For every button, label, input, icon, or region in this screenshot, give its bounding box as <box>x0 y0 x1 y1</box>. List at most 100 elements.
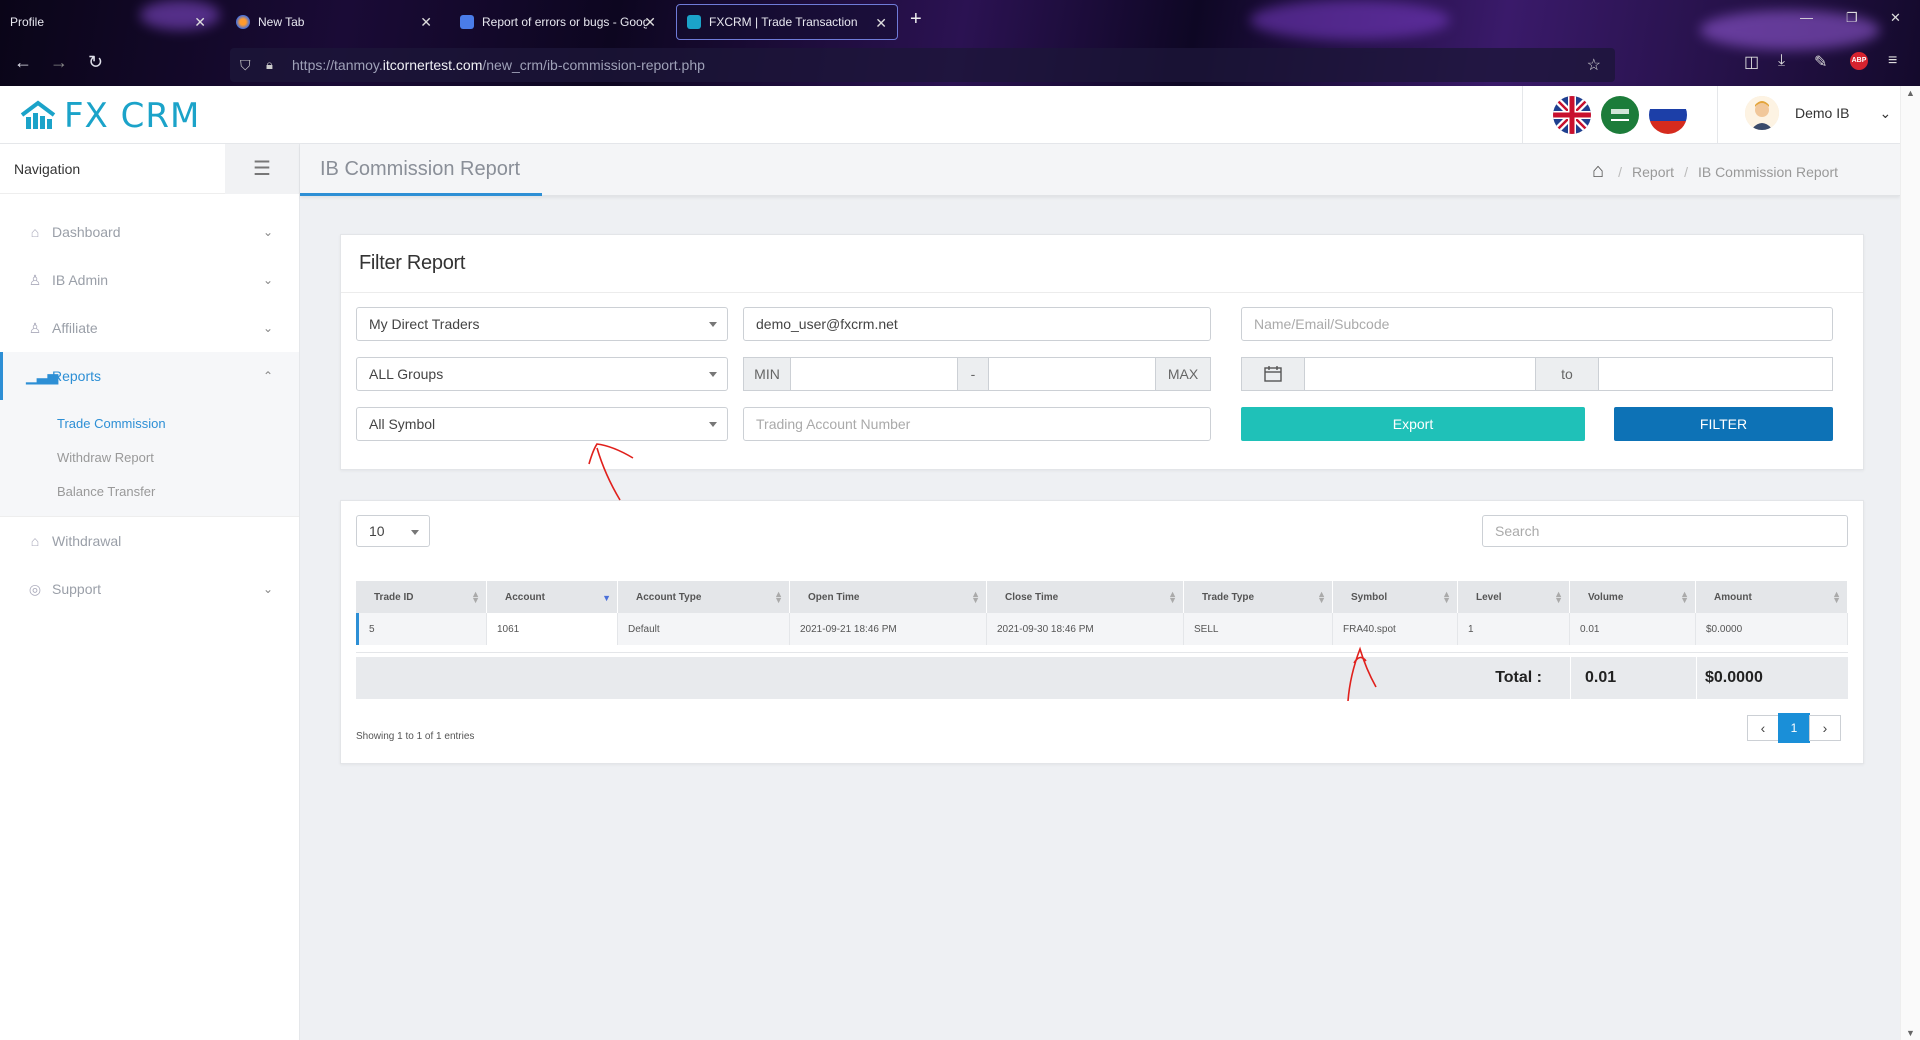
min-input[interactable] <box>790 357 958 391</box>
date-to-input[interactable] <box>1598 357 1833 391</box>
shield-icon[interactable]: ⛉ <box>240 57 251 74</box>
hamburger-menu-icon[interactable]: ☰ <box>225 143 299 194</box>
column-header-close-time[interactable]: Close Time ▲ ▼ <box>987 581 1184 613</box>
name-search-input[interactable]: Name/Email/Subcode <box>1241 307 1833 341</box>
date-from-input[interactable] <box>1304 357 1536 391</box>
table-cell: Default <box>618 613 790 645</box>
row-divider <box>356 645 1848 653</box>
title-underline <box>300 193 542 196</box>
tab-new-tab[interactable]: New Tab ✕ <box>226 4 442 40</box>
page-title: IB Commission Report <box>320 158 521 180</box>
restore-icon[interactable]: ❐ <box>1846 10 1858 26</box>
table-cell: 1 <box>1458 613 1570 645</box>
close-icon[interactable]: ✕ <box>420 14 432 31</box>
filter-button[interactable]: FILTER <box>1614 407 1833 441</box>
adblock-icon[interactable]: ABP <box>1850 52 1868 70</box>
dropdown-arrow-icon <box>709 322 717 327</box>
groups-select[interactable]: ALL Groups <box>356 357 728 391</box>
column-header-volume[interactable]: Volume ▲ ▼ <box>1570 581 1696 613</box>
chevron-down-icon[interactable]: ⌄ <box>1879 105 1891 122</box>
home-icon[interactable]: ⌂ <box>1592 160 1604 183</box>
tab-fxcrm[interactable]: FXCRM | Trade Transaction ✕ <box>676 4 898 40</box>
sidebar-subitem-withdraw-report[interactable]: Withdraw Report <box>0 440 299 474</box>
url-text[interactable]: https://tanmoy.itcornertest.com/new_crm/… <box>292 57 705 73</box>
avatar[interactable] <box>1745 96 1779 130</box>
sidebar-subitem-trade-commission[interactable]: Trade Commission <box>0 406 299 440</box>
page-size-value: 10 <box>369 523 385 539</box>
page-size-select[interactable]: 10 <box>356 515 430 547</box>
table-search-input[interactable]: Search <box>1482 515 1848 547</box>
menu-icon[interactable]: ≡ <box>1888 52 1897 70</box>
symbol-select[interactable]: All Symbol <box>356 407 728 441</box>
pagination-page-1[interactable]: 1 <box>1778 713 1810 743</box>
column-label: Open Time <box>808 591 860 603</box>
window-close-icon[interactable]: ✕ <box>1890 10 1901 26</box>
app-header: FX CRM Demo IB ⌄ <box>0 86 1900 144</box>
pocket-icon[interactable]: ◫ <box>1744 52 1759 72</box>
tab-label: New Tab <box>258 15 305 29</box>
column-header-account-type[interactable]: Account Type ▲ ▼ <box>618 581 790 613</box>
sidebar-item-dashboard[interactable]: ⌂ Dashboard ⌄ <box>0 208 299 256</box>
russia-flag-icon[interactable] <box>1649 96 1687 134</box>
chevron-left-icon: ‹ <box>1760 720 1766 736</box>
sidebar-subitem-balance-transfer[interactable]: Balance Transfer <box>0 474 299 508</box>
wrench-icon[interactable]: ✎ <box>1814 52 1827 72</box>
new-tab-plus-icon[interactable]: + <box>910 8 922 31</box>
sidebar-item-support[interactable]: ◎ Support ⌄ <box>0 565 299 613</box>
pagination-prev[interactable]: ‹ <box>1747 715 1779 741</box>
uk-flag-icon[interactable] <box>1553 96 1591 134</box>
column-header-amount[interactable]: Amount ▲ ▼ <box>1696 581 1848 613</box>
max-input[interactable] <box>988 357 1156 391</box>
download-icon[interactable]: ⤓ <box>1778 52 1785 70</box>
page-scrollbar[interactable]: ▲ ▼ <box>1900 86 1920 1040</box>
table-cell: 2021-09-21 18:46 PM <box>790 613 987 645</box>
lock-icon[interactable]: 🔒︎ <box>266 57 273 73</box>
table-cell: 1061 <box>487 613 618 645</box>
column-label: Account Type <box>636 591 702 603</box>
sidebar-item-withdrawal[interactable]: ⌂ Withdrawal <box>0 517 299 565</box>
user-menu[interactable]: Demo IB ⌄ <box>1745 96 1891 130</box>
sidebar-item-affiliate[interactable]: ♙ Affiliate ⌄ <box>0 304 299 352</box>
trading-account-input[interactable]: Trading Account Number <box>743 407 1211 441</box>
reload-icon[interactable]: ↻ <box>88 52 103 73</box>
back-arrow-icon[interactable]: ← <box>14 52 32 73</box>
column-label: Level <box>1476 591 1502 603</box>
minimize-icon[interactable]: — <box>1800 10 1813 25</box>
saudi-flag-icon[interactable] <box>1601 96 1639 134</box>
sort-icon: ▲ ▼ <box>1317 589 1326 605</box>
firefox-icon <box>236 15 250 29</box>
scroll-up-icon[interactable]: ▲ <box>1906 88 1915 98</box>
sort-icon: ▲ ▼ <box>1554 589 1563 605</box>
close-icon[interactable]: ✕ <box>194 14 206 31</box>
scroll-down-icon[interactable]: ▼ <box>1906 1028 1915 1038</box>
column-label: Account <box>505 591 545 603</box>
calendar-icon[interactable] <box>1241 357 1305 391</box>
column-header-trade-id[interactable]: Trade ID ▲ ▼ <box>356 581 487 613</box>
export-button[interactable]: Export <box>1241 407 1585 441</box>
bookmark-star-icon[interactable]: ☆ <box>1587 55 1601 75</box>
tab-report-errors[interactable]: Report of errors or bugs - Goog ✕ <box>450 4 666 40</box>
home-icon: ⌂ <box>30 224 40 240</box>
logo-text: FX CRM <box>64 96 201 136</box>
sidebar-item-reports[interactable]: ▁▃▅ Reports ⌃ <box>0 352 299 400</box>
breadcrumb-report[interactable]: Report <box>1632 164 1674 180</box>
url-bar[interactable]: ⛉ 🔒︎ https://tanmoy.itcornertest.com/new… <box>230 48 1615 82</box>
email-field[interactable]: demo_user@fxcrm.net <box>743 307 1211 341</box>
column-header-symbol[interactable]: Symbol ▲ ▼ <box>1333 581 1458 613</box>
traders-select[interactable]: My Direct Traders <box>356 307 728 341</box>
forward-arrow-icon[interactable]: → <box>50 52 68 73</box>
close-icon[interactable]: ✕ <box>644 14 656 31</box>
tab-label: Report of errors or bugs - Goog <box>482 15 647 29</box>
table-cell: FRA40.spot <box>1333 613 1458 645</box>
tab-profile[interactable]: Profile ✕ <box>0 4 216 40</box>
pagination-next[interactable]: › <box>1809 715 1841 741</box>
logo[interactable]: FX CRM <box>18 96 200 136</box>
table-cell: $0.0000 <box>1696 613 1848 645</box>
search-placeholder: Search <box>1495 523 1540 539</box>
sidebar-item-ib-admin[interactable]: ♙ IB Admin ⌄ <box>0 256 299 304</box>
column-header-level[interactable]: Level ▲ ▼ <box>1458 581 1570 613</box>
column-header-open-time[interactable]: Open Time ▲ ▼ <box>790 581 987 613</box>
column-header-trade-type[interactable]: Trade Type ▲ ▼ <box>1184 581 1333 613</box>
column-header-account[interactable]: Account ▼ <box>487 581 618 613</box>
close-icon[interactable]: ✕ <box>875 15 887 32</box>
